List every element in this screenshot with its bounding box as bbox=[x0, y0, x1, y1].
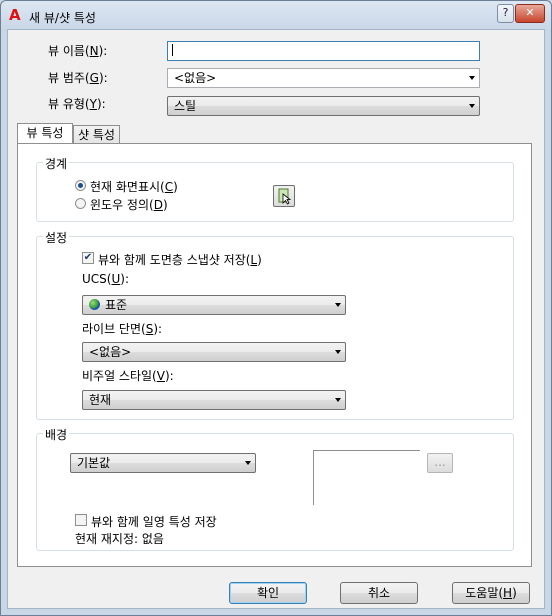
view-type-value: 스틸 bbox=[174, 99, 197, 113]
ok-button[interactable]: 확인 bbox=[229, 582, 307, 604]
current-override-text: 현재 재지정: 없음 bbox=[75, 532, 164, 546]
ucs-combo[interactable]: 표준 bbox=[82, 295, 346, 315]
window-title: 새 뷰/샷 특성 bbox=[29, 11, 96, 25]
background-preview bbox=[313, 450, 420, 505]
view-category-label: 뷰 범주(G): bbox=[48, 71, 108, 85]
tab-view-properties[interactable]: 뷰 특성 bbox=[17, 123, 73, 144]
live-section-label: 라이브 단면(S): bbox=[82, 322, 163, 336]
text-caret bbox=[172, 44, 173, 56]
current-display-radio[interactable] bbox=[75, 180, 86, 191]
settings-group-title: 설정 bbox=[43, 229, 70, 246]
save-sun-properties-label[interactable]: 뷰와 함께 일영 특성 저장 bbox=[91, 513, 217, 530]
cancel-button[interactable]: 취소 bbox=[340, 582, 418, 604]
view-name-input[interactable] bbox=[167, 41, 480, 61]
view-type-combo[interactable]: 스틸 bbox=[167, 96, 480, 116]
tab-shot-properties[interactable]: 샷 특성 bbox=[73, 125, 120, 144]
live-section-combo[interactable]: <없음> bbox=[82, 342, 346, 362]
background-type-combo[interactable]: 기본값 bbox=[70, 453, 256, 473]
title-bar: A 새 뷰/샷 특성 ? ✕ bbox=[1, 1, 551, 31]
ucs-label: UCS(U): bbox=[82, 272, 129, 286]
save-layer-snapshot-label[interactable]: 뷰와 함께 도면층 스냅샷 저장(L) bbox=[98, 251, 262, 268]
background-browse-button[interactable]: ... bbox=[427, 453, 453, 473]
chevron-down-icon bbox=[469, 76, 475, 80]
define-window-label[interactable]: 윈도우 정의(D) bbox=[90, 196, 168, 213]
save-layer-snapshot-checkbox[interactable]: ✔ bbox=[82, 252, 94, 264]
select-window-icon bbox=[278, 188, 292, 205]
autocad-logo-icon: A bbox=[9, 6, 21, 24]
background-group-title: 배경 bbox=[43, 426, 70, 443]
save-sun-properties-checkbox[interactable] bbox=[75, 514, 87, 526]
close-button[interactable]: ✕ bbox=[515, 4, 545, 23]
world-ucs-icon bbox=[89, 299, 100, 310]
visual-style-combo[interactable]: 현재 bbox=[82, 390, 346, 410]
help-button[interactable]: 도움말(H) bbox=[452, 582, 530, 604]
chevron-down-icon bbox=[335, 350, 341, 354]
chevron-down-icon bbox=[335, 303, 341, 307]
view-name-label: 뷰 이름(N): bbox=[48, 44, 108, 58]
background-type-value: 기본값 bbox=[77, 456, 111, 470]
view-category-combo[interactable]: <없음> bbox=[167, 68, 480, 88]
view-category-value: <없음> bbox=[174, 71, 217, 85]
visual-style-label: 비주얼 스타일(V): bbox=[82, 369, 174, 383]
current-display-label[interactable]: 현재 화면표시(C) bbox=[90, 178, 178, 195]
define-window-button[interactable] bbox=[273, 185, 295, 207]
view-type-label: 뷰 유형(Y): bbox=[48, 97, 106, 111]
chevron-down-icon bbox=[469, 104, 475, 108]
ucs-value: 표준 bbox=[105, 298, 128, 312]
chevron-down-icon bbox=[245, 461, 251, 465]
visual-style-value: 현재 bbox=[89, 393, 112, 407]
live-section-value: <없음> bbox=[89, 345, 132, 359]
chevron-down-icon bbox=[335, 398, 341, 402]
help-title-button[interactable]: ? bbox=[497, 4, 514, 23]
boundary-group-title: 경계 bbox=[43, 155, 70, 172]
define-window-radio[interactable] bbox=[75, 198, 86, 209]
